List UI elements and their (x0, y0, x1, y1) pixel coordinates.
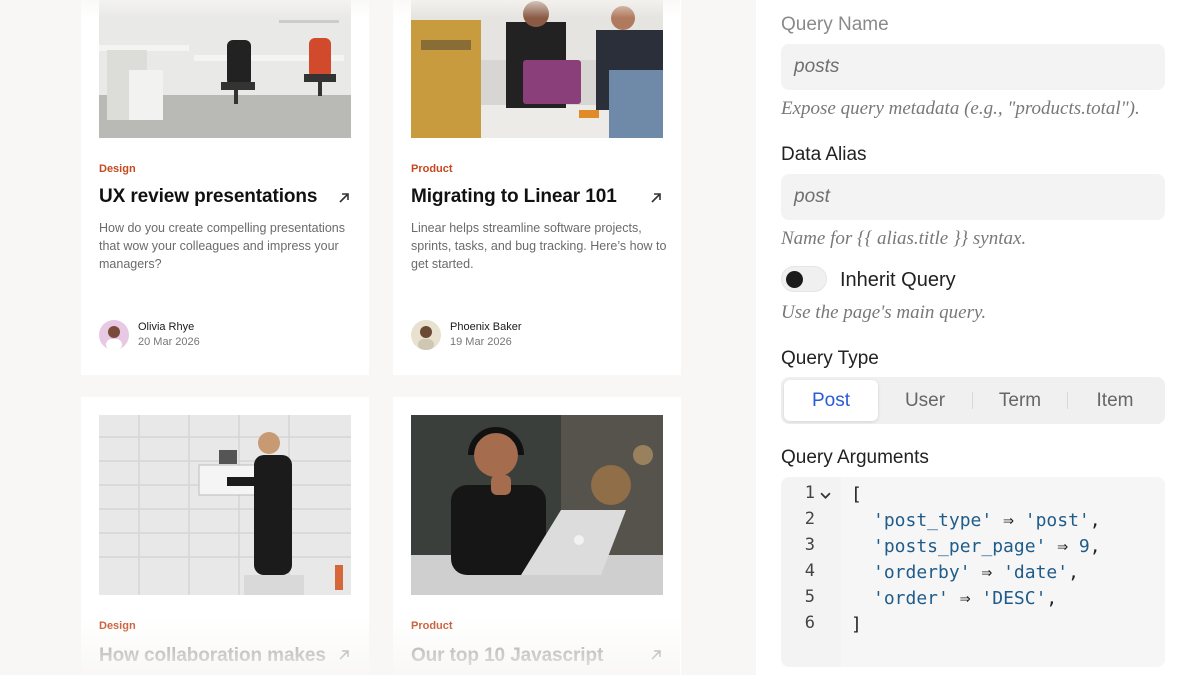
query-arguments-label: Query Arguments (781, 447, 929, 468)
line-number: 4 (804, 561, 815, 581)
line-number: 1 (804, 483, 815, 503)
post-date: 19 Mar 2026 (450, 336, 512, 348)
code-line: 'orderby' ⇒ 'date', (873, 562, 1079, 583)
code-line: ] (851, 614, 862, 635)
card-category: Product (411, 620, 453, 632)
query-type-label: Query Type (781, 348, 879, 369)
query-settings-panel: Query Name posts Expose query metadata (… (756, 0, 1200, 675)
query-arguments-code-editor[interactable]: 1 2 3 4 5 6 [ 'post_type' ⇒ 'post', 'pos… (781, 477, 1165, 667)
query-type-segmented-control: Post User Term Item (781, 377, 1165, 424)
blog-card[interactable]: Design How collaboration makes (81, 397, 369, 675)
card-image-office (99, 0, 351, 138)
data-alias-input[interactable]: post (781, 174, 1165, 220)
card-image-whiteboard (99, 415, 351, 595)
inherit-query-toggle[interactable] (781, 266, 827, 292)
card-image-laptop-meeting (411, 0, 663, 138)
line-number: 3 (804, 535, 815, 555)
code-body[interactable]: [ 'post_type' ⇒ 'post', 'posts_per_page'… (841, 477, 1165, 667)
card-category: Design (99, 620, 136, 632)
arrow-up-right-icon[interactable] (337, 648, 351, 662)
line-number-gutter: 1 2 3 4 5 6 (781, 477, 841, 667)
card-title[interactable]: UX review presentations (99, 186, 317, 208)
tab-item[interactable]: Item (1068, 380, 1162, 421)
blog-card[interactable]: Product Our top 10 Javascript (393, 397, 681, 675)
query-name-input[interactable]: posts (781, 44, 1165, 90)
arrow-up-right-icon[interactable] (649, 191, 663, 205)
card-title[interactable]: Our top 10 Javascript (411, 645, 603, 667)
card-image-headphones-laptop (411, 415, 663, 595)
tab-post[interactable]: Post (784, 380, 878, 421)
card-category: Product (411, 163, 453, 175)
code-line: 'post_type' ⇒ 'post', (873, 510, 1101, 531)
code-line: 'posts_per_page' ⇒ 9, (873, 536, 1101, 557)
post-date: 20 Mar 2026 (138, 336, 200, 348)
code-line: [ (851, 484, 862, 505)
card-author: Olivia Rhye 20 Mar 2026 (99, 320, 200, 350)
arrow-up-right-icon[interactable] (337, 191, 351, 205)
query-name-help: Expose query metadata (e.g., "products.t… (781, 98, 1140, 119)
chevron-down-icon[interactable] (820, 490, 831, 501)
data-alias-help: Name for {{ alias.title }} syntax. (781, 228, 1027, 249)
blog-card[interactable]: Product Migrating to Linear 101 Linear h… (393, 0, 681, 375)
avatar (99, 320, 129, 350)
code-line: 'order' ⇒ 'DESC', (873, 588, 1058, 609)
line-number: 2 (804, 509, 815, 529)
card-title[interactable]: How collaboration makes (99, 645, 326, 667)
query-name-label: Query Name (781, 14, 889, 35)
tab-term[interactable]: Term (973, 380, 1067, 421)
toggle-knob (786, 271, 803, 288)
card-title[interactable]: Migrating to Linear 101 (411, 186, 617, 208)
card-author: Phoenix Baker 19 Mar 2026 (411, 320, 522, 350)
inherit-query-help: Use the page's main query. (781, 302, 987, 323)
tab-user[interactable]: User (878, 380, 972, 421)
inherit-query-label: Inherit Query (840, 269, 956, 291)
line-number: 6 (804, 613, 815, 633)
author-name: Phoenix Baker (450, 321, 522, 333)
arrow-up-right-icon[interactable] (649, 648, 663, 662)
card-category: Design (99, 163, 136, 175)
card-description: Linear helps streamline software project… (411, 221, 667, 271)
line-number: 5 (804, 587, 815, 607)
author-name: Olivia Rhye (138, 321, 195, 333)
blog-card[interactable]: Design UX review presentations How do yo… (81, 0, 369, 375)
data-alias-label: Data Alias (781, 144, 867, 165)
card-description: How do you create compelling presentatio… (99, 221, 345, 271)
avatar (411, 320, 441, 350)
